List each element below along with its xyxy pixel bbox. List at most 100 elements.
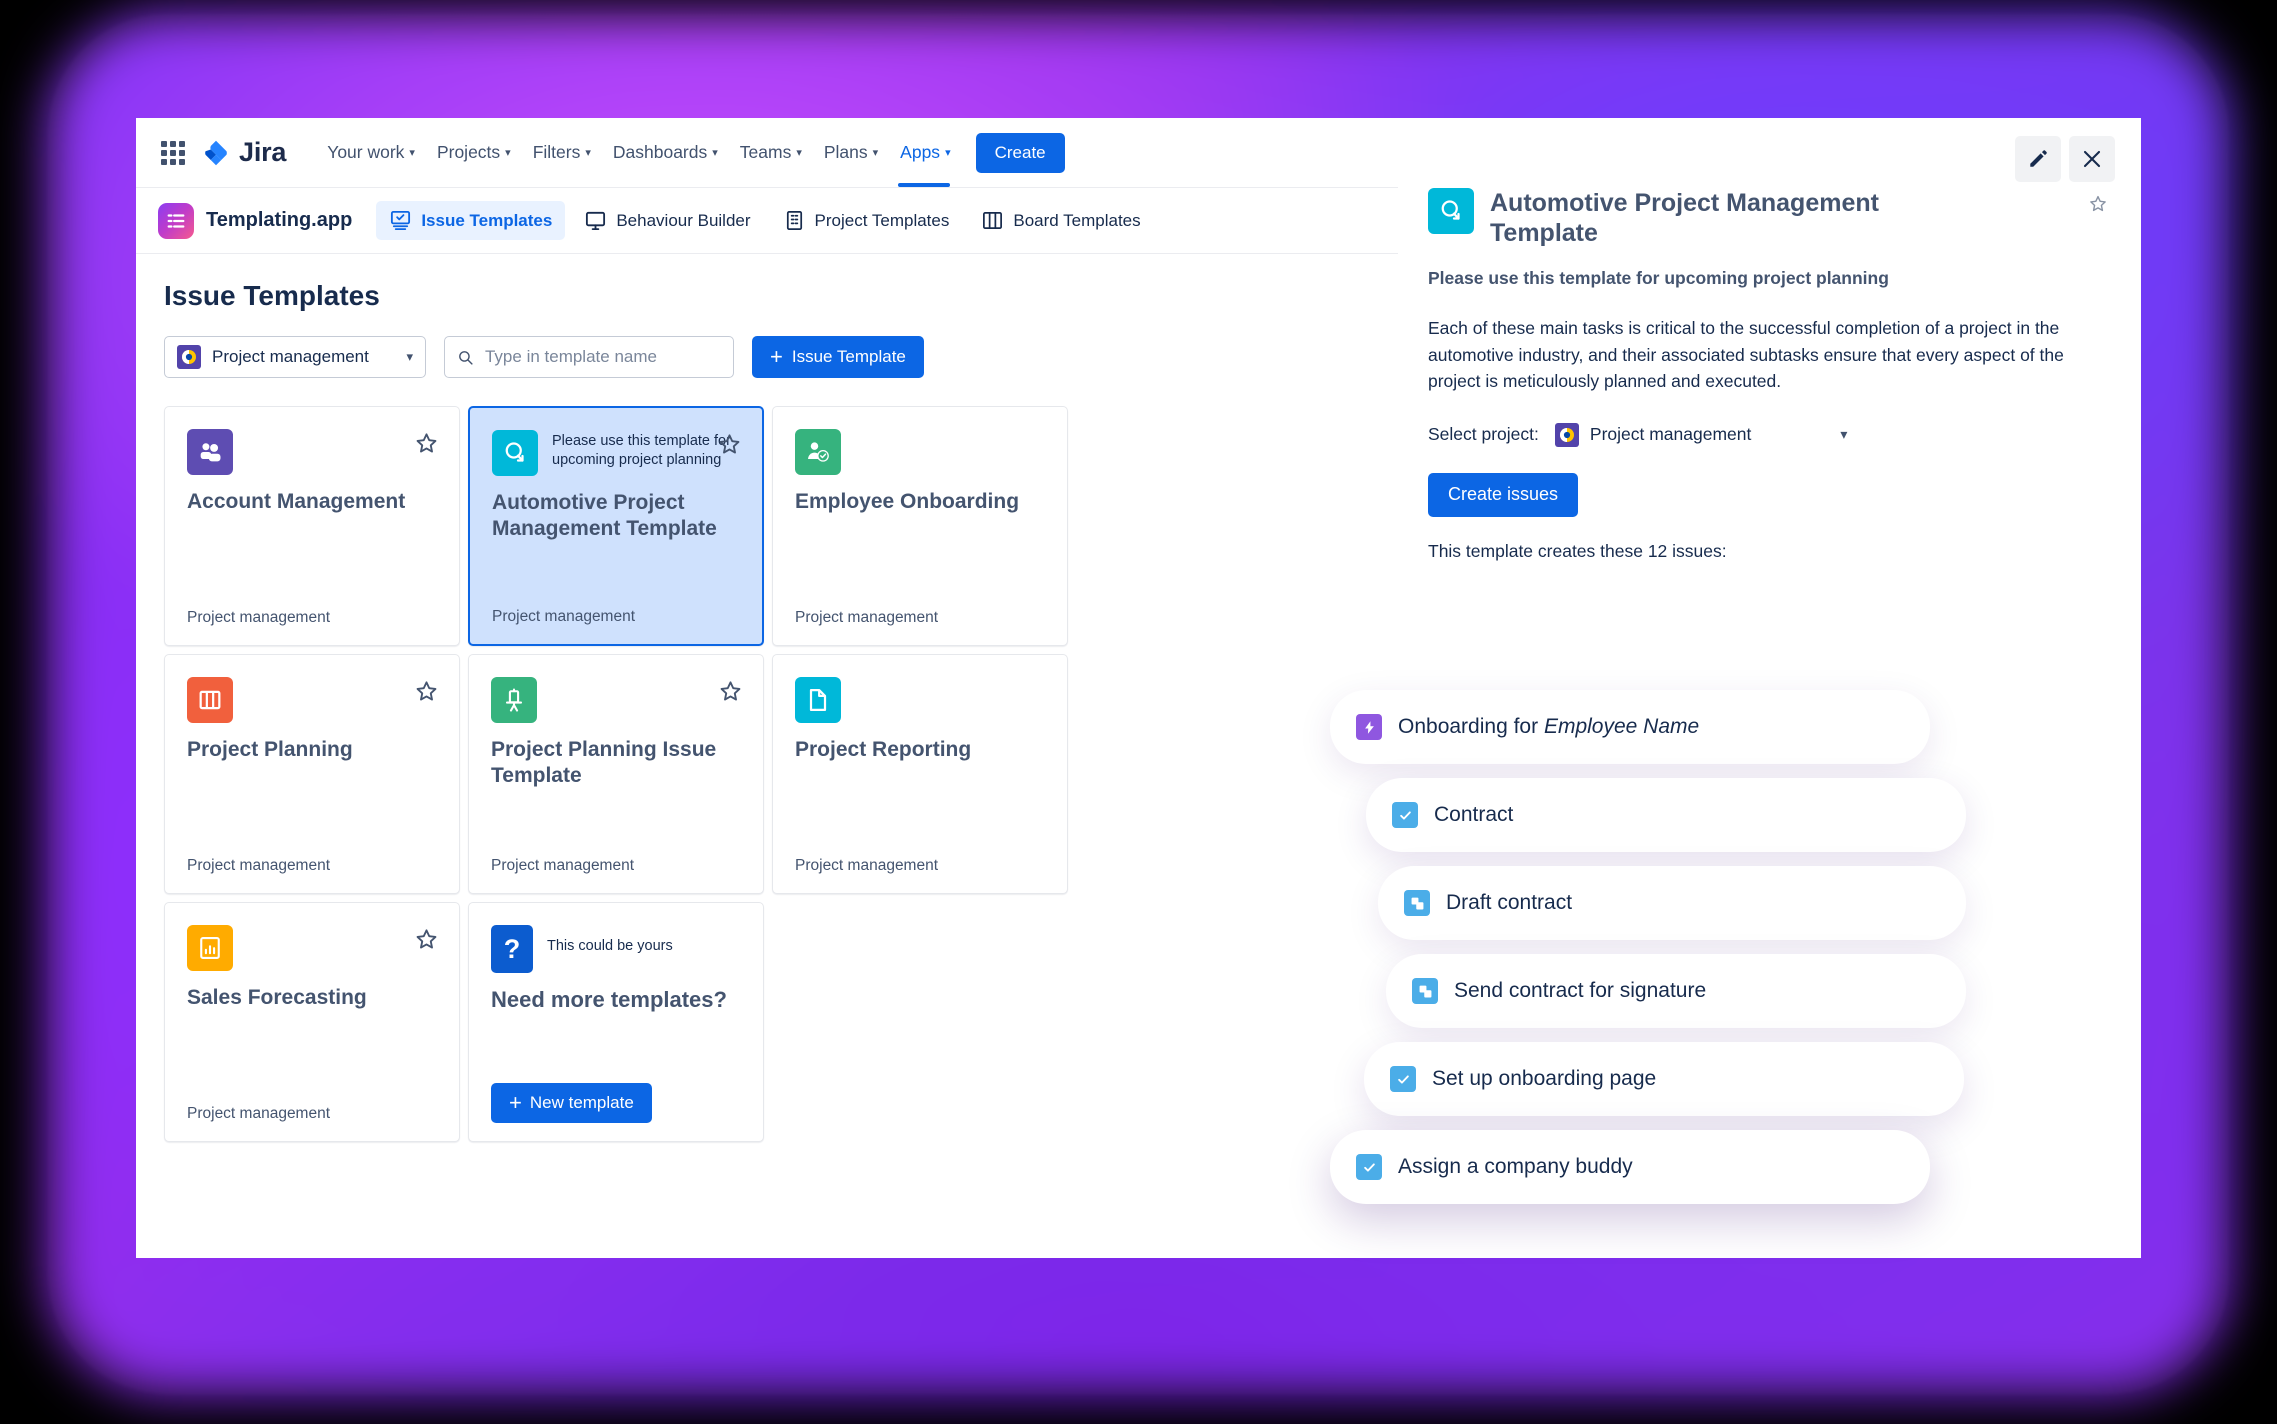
issue-label: Draft contract (1446, 891, 1573, 914)
toolbar-controls: Project management ▾ + Issue Template (164, 336, 1370, 378)
panel-header: Automotive Project Management Template (1428, 188, 2111, 248)
create-issues-button[interactable]: Create issues (1428, 472, 1579, 517)
screenshot-stage: Jira Your work ▾ Projects ▾ Filters ▾ Da… (0, 0, 2277, 1424)
subtask-icon (1404, 890, 1430, 916)
page-content: Issue Templates Project management ▾ Typ… (136, 254, 1398, 1142)
nav-label: Plans (823, 142, 868, 162)
star-icon[interactable] (718, 679, 743, 704)
close-panel-button[interactable] (2069, 136, 2115, 182)
nav-item-plans[interactable]: Plans ▾ (813, 134, 889, 171)
nav-item-projects[interactable]: Projects ▾ (426, 134, 522, 171)
tab-issue-templates[interactable]: Issue Templates (376, 201, 566, 240)
chart-icon (187, 925, 233, 971)
edit-template-button[interactable] (2015, 136, 2061, 182)
tab-project-templates[interactable]: Project Templates (770, 201, 963, 240)
card-project: Project management (187, 857, 331, 874)
nav-item-dashboards[interactable]: Dashboards ▾ (602, 134, 729, 171)
new-template-label: New template (529, 1093, 634, 1112)
building-icon (786, 211, 802, 230)
star-icon[interactable] (2085, 188, 2111, 214)
panel-subtitle: Please use this template for upcoming pr… (1428, 268, 1889, 288)
card-title: Account Management (187, 490, 406, 513)
project-avatar-icon (1554, 422, 1579, 447)
issue-row[interactable]: Draft contract (1378, 866, 1966, 940)
close-icon (2083, 150, 2101, 168)
star-icon[interactable] (414, 431, 439, 456)
issue-row[interactable]: Set up onboarding page (1364, 1042, 1964, 1116)
app-switcher-icon[interactable] (158, 138, 188, 168)
search-template-box[interactable] (444, 336, 734, 378)
create-button[interactable]: Create (975, 132, 1065, 173)
template-card-project-planning-issue-template[interactable]: Project Planning Issue Template Project … (468, 654, 764, 894)
star-icon[interactable] (717, 432, 742, 457)
easel-icon (491, 677, 537, 723)
generated-issues-list: Onboarding for Employee Name Contract Dr… (1330, 690, 2030, 1218)
card-title: Project Reporting (795, 738, 972, 761)
issue-row[interactable]: Send contract for signature (1386, 954, 1966, 1028)
chevron-down-icon: ▾ (872, 147, 879, 159)
issue-label: Set up onboarding page (1432, 1067, 1657, 1090)
jira-wordmark: Jira (239, 137, 287, 167)
new-template-button[interactable]: + New template (491, 1083, 652, 1123)
card-header: Please use this template for upcoming pr… (492, 430, 740, 476)
plus-icon: + (770, 344, 783, 369)
issue-label: Onboarding for Employee Name (1398, 715, 1699, 739)
search-input[interactable] (484, 347, 721, 367)
issue-templates-icon (391, 210, 411, 231)
card-title: Employee Onboarding (795, 490, 1020, 513)
panel-title: Automotive Project Management Template (1490, 189, 1879, 247)
star-icon[interactable] (414, 679, 439, 704)
card-header (187, 677, 437, 723)
card-title: Automotive Project Management Template (492, 491, 717, 540)
tab-board-templates[interactable]: Board Templates (968, 201, 1153, 240)
nav-item-apps[interactable]: Apps ▾ (889, 134, 961, 171)
nav-label: Apps (900, 142, 941, 162)
card-project: Project management (187, 609, 331, 626)
chevron-down-icon: ▾ (945, 147, 951, 159)
template-card-project-reporting[interactable]: Project Reporting Project management (772, 654, 1068, 894)
project-avatar-icon (177, 345, 201, 369)
template-card-project-planning[interactable]: Project Planning Project management (164, 654, 460, 894)
issue-row[interactable]: Onboarding for Employee Name (1330, 690, 1930, 764)
people-icon (187, 429, 233, 475)
chevron-down-icon: ▾ (585, 147, 591, 159)
select-project-label: Select project: (1428, 424, 1539, 445)
nav-label: Teams (739, 142, 792, 162)
template-card-account-management[interactable]: Account Management Project management (164, 406, 460, 646)
nav-item-filters[interactable]: Filters ▾ (522, 134, 602, 171)
chevron-down-icon: ▾ (505, 147, 511, 159)
project-filter-select[interactable]: Project management ▾ (164, 336, 426, 378)
template-card-sales-forecasting[interactable]: Sales Forecasting Project management (164, 902, 460, 1142)
issue-row[interactable]: Contract (1366, 778, 1966, 852)
chevron-down-icon: ▾ (406, 349, 413, 364)
templating-app-icon (158, 202, 194, 239)
select-project-row: Select project: Project management ▾ (1428, 422, 2111, 447)
tab-label: Board Templates (1013, 210, 1141, 230)
nav-label: Projects (436, 142, 501, 162)
chevron-down-icon: ▾ (796, 147, 802, 159)
card-project: Project management (491, 857, 635, 874)
issue-row[interactable]: Assign a company buddy (1330, 1130, 1930, 1204)
templating-app-name: Templating.app (206, 209, 353, 231)
card-project: Project management (187, 1105, 331, 1122)
issue-text: Onboarding for (1398, 715, 1544, 738)
panel-project-select[interactable]: Project management ▾ (1554, 422, 1847, 447)
card-note: Please use this template for upcoming pr… (552, 433, 731, 469)
task-check-icon (1390, 1066, 1416, 1092)
template-card-employee-onboarding[interactable]: Employee Onboarding Project management (772, 406, 1068, 646)
need-more-templates-card[interactable]: ? This could be yours Need more template… (468, 902, 764, 1142)
nav-item-your-work[interactable]: Your work ▾ (316, 134, 426, 171)
nav-item-teams[interactable]: Teams ▾ (729, 134, 813, 171)
tab-label: Issue Templates (421, 210, 553, 230)
star-icon[interactable] (414, 927, 439, 952)
jira-logo[interactable]: Jira (202, 137, 286, 168)
promo-title: Need more templates? (491, 987, 727, 1012)
app-tab-bar: Templating.app Issue Templates Behaviour… (136, 188, 1398, 254)
add-issue-template-button[interactable]: + Issue Template (752, 336, 924, 378)
tab-behaviour-builder[interactable]: Behaviour Builder (571, 201, 763, 240)
card-header (187, 925, 437, 971)
templating-app-badge[interactable]: Templating.app (158, 202, 353, 239)
page-title: Issue Templates (164, 280, 380, 311)
plus-icon: + (509, 1090, 522, 1115)
template-card-automotive-project-management-template[interactable]: Please use this template for upcoming pr… (468, 406, 764, 646)
